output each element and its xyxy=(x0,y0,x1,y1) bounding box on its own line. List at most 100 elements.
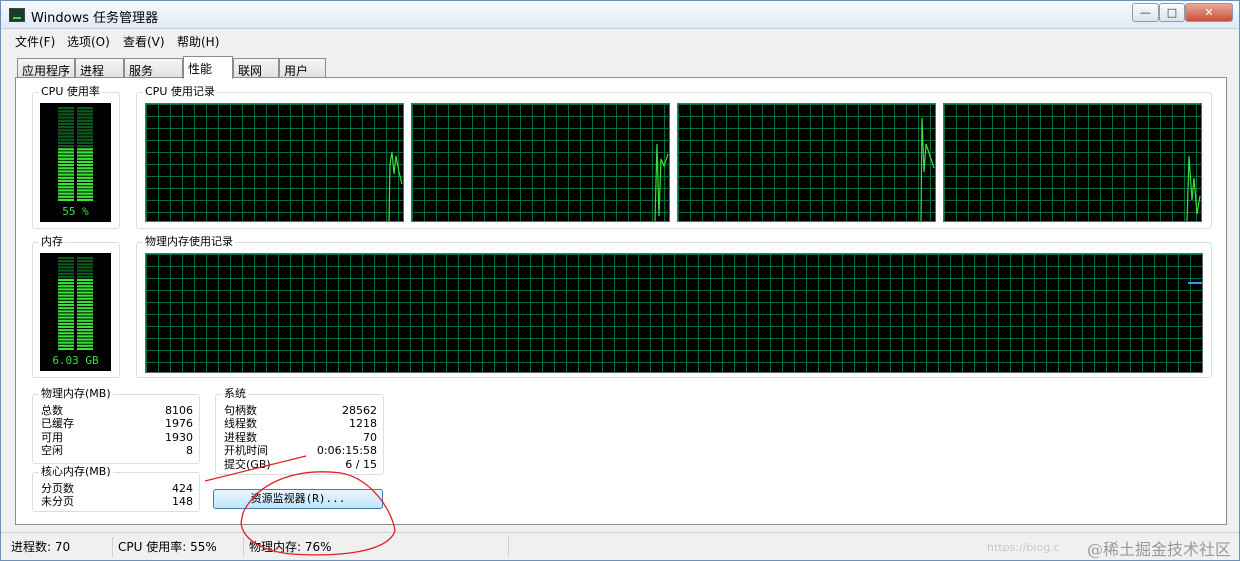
cpu-history-group: CPU 使用记录 xyxy=(136,85,1212,229)
meter-segment xyxy=(58,300,74,303)
meter-segment xyxy=(77,167,93,170)
meter-segment xyxy=(77,294,93,297)
tab-applications[interactable]: 应用程序 xyxy=(17,58,75,78)
meter-segment xyxy=(58,282,74,285)
menu-options[interactable]: 选项(O) xyxy=(67,33,110,50)
maximize-button[interactable]: □ xyxy=(1159,3,1185,22)
meter-segment xyxy=(77,170,93,173)
watermark-text: @稀土掘金技术社区 xyxy=(1086,540,1231,559)
meter-segment xyxy=(77,164,93,167)
meter-segment xyxy=(58,173,74,176)
meter-segment xyxy=(77,141,93,144)
meter-segment xyxy=(58,198,74,201)
task-manager-window: Windows 任务管理器 — □ ✕ 文件(F) 选项(O) 查看(V) 帮助… xyxy=(0,0,1240,561)
title-bar[interactable]: Windows 任务管理器 — □ ✕ xyxy=(1,1,1239,29)
meter-segment xyxy=(77,116,93,119)
resource-monitor-button[interactable]: 资源监视器(R)... xyxy=(213,489,383,509)
meter-segment xyxy=(58,192,74,195)
meter-segment xyxy=(58,341,74,344)
meter-segment xyxy=(58,335,74,338)
minimize-button[interactable]: — xyxy=(1132,3,1159,22)
meter-segment xyxy=(77,338,93,341)
meter-segment xyxy=(58,325,74,328)
system-title: 系统 xyxy=(222,387,248,401)
memory-meter: 6.03 GB xyxy=(40,253,111,371)
meter-segment xyxy=(58,119,74,122)
tab-users[interactable]: 用户 xyxy=(279,58,326,78)
stat-label: 未分页 xyxy=(41,495,74,508)
cpu-core-graph-2 xyxy=(411,103,670,222)
meter-segment xyxy=(58,319,74,322)
status-processes: 进程数: 70 xyxy=(9,537,113,557)
watermark-url: https://blog.c xyxy=(987,541,1060,554)
stat-label: 线程数 xyxy=(224,417,257,430)
meter-segment xyxy=(77,160,93,163)
meter-segment xyxy=(77,260,93,263)
cpu-core-graph-4 xyxy=(943,103,1202,222)
meter-segment xyxy=(77,157,93,160)
meter-segment xyxy=(77,313,93,316)
meter-segment xyxy=(58,294,74,297)
meter-segment xyxy=(77,173,93,176)
stat-uptime: 开机时间 0:06:15:58 xyxy=(216,444,383,457)
meter-segment xyxy=(77,148,93,151)
cpu-usage-value: 55 % xyxy=(62,205,89,218)
tab-networking[interactable]: 联网 xyxy=(233,58,279,78)
kernel-memory-group: 核心内存(MB) 分页数 424 未分页 148 xyxy=(32,465,200,512)
stat-label: 总数 xyxy=(41,404,63,417)
meter-segment xyxy=(77,310,93,313)
performance-panel: CPU 使用率 55 % CPU 使用记录 内存 6.03 GB 物理内存使用记… xyxy=(15,77,1227,525)
stat-nonpaged: 未分页 148 xyxy=(33,495,199,508)
tab-services[interactable]: 服务 xyxy=(124,58,183,78)
meter-segment xyxy=(58,310,74,313)
cpu-core-4-line xyxy=(1186,155,1201,221)
meter-segment xyxy=(77,179,93,182)
meter-segment xyxy=(77,126,93,129)
meter-segment xyxy=(58,291,74,294)
meter-segment xyxy=(77,325,93,328)
stat-value: 148 xyxy=(172,495,193,508)
meter-segment xyxy=(58,288,74,291)
meter-segment xyxy=(58,151,74,154)
meter-segment xyxy=(77,138,93,141)
stat-commit: 提交(GB) 6 / 15 xyxy=(216,458,383,471)
meter-segment xyxy=(58,189,74,192)
meter-segment xyxy=(77,110,93,113)
memory-label: 内存 xyxy=(39,235,65,249)
tab-processes[interactable]: 进程 xyxy=(75,58,124,78)
menu-view[interactable]: 查看(V) xyxy=(123,33,165,50)
meter-segment xyxy=(77,347,93,350)
stat-value: 1218 xyxy=(349,417,377,430)
meter-segment xyxy=(58,113,74,116)
meter-segment xyxy=(77,335,93,338)
stat-total: 总数 8106 xyxy=(33,404,199,417)
meter-segment xyxy=(77,192,93,195)
meter-segment xyxy=(58,332,74,335)
stat-processes: 进程数 70 xyxy=(216,431,383,444)
meter-segment xyxy=(58,135,74,138)
meter-segment xyxy=(58,257,74,260)
meter-segment xyxy=(77,119,93,122)
meter-segment xyxy=(77,122,93,125)
meter-segment xyxy=(58,186,74,189)
stat-value: 1930 xyxy=(165,431,193,444)
task-manager-icon xyxy=(9,8,25,22)
meter-segment xyxy=(77,304,93,307)
tab-performance[interactable]: 性能 xyxy=(183,56,233,79)
meter-segment xyxy=(77,275,93,278)
status-bar: 进程数: 70 CPU 使用率: 55% 物理内存: 76% https://b… xyxy=(1,532,1239,560)
memory-history-group: 物理内存使用记录 xyxy=(136,235,1212,378)
kernel-memory-title: 核心内存(MB) xyxy=(39,465,113,479)
meter-segment xyxy=(58,138,74,141)
meter-segment xyxy=(77,329,93,332)
stat-value: 6 / 15 xyxy=(345,458,377,471)
menu-file[interactable]: 文件(F) xyxy=(15,33,55,50)
meter-segment xyxy=(58,132,74,135)
meter-segment xyxy=(77,132,93,135)
cpu-history-label: CPU 使用记录 xyxy=(143,85,217,99)
close-button[interactable]: ✕ xyxy=(1185,3,1233,22)
stat-label: 分页数 xyxy=(41,482,74,495)
meter-segment xyxy=(77,307,93,310)
menu-help[interactable]: 帮助(H) xyxy=(177,33,219,50)
meter-segment xyxy=(58,110,74,113)
